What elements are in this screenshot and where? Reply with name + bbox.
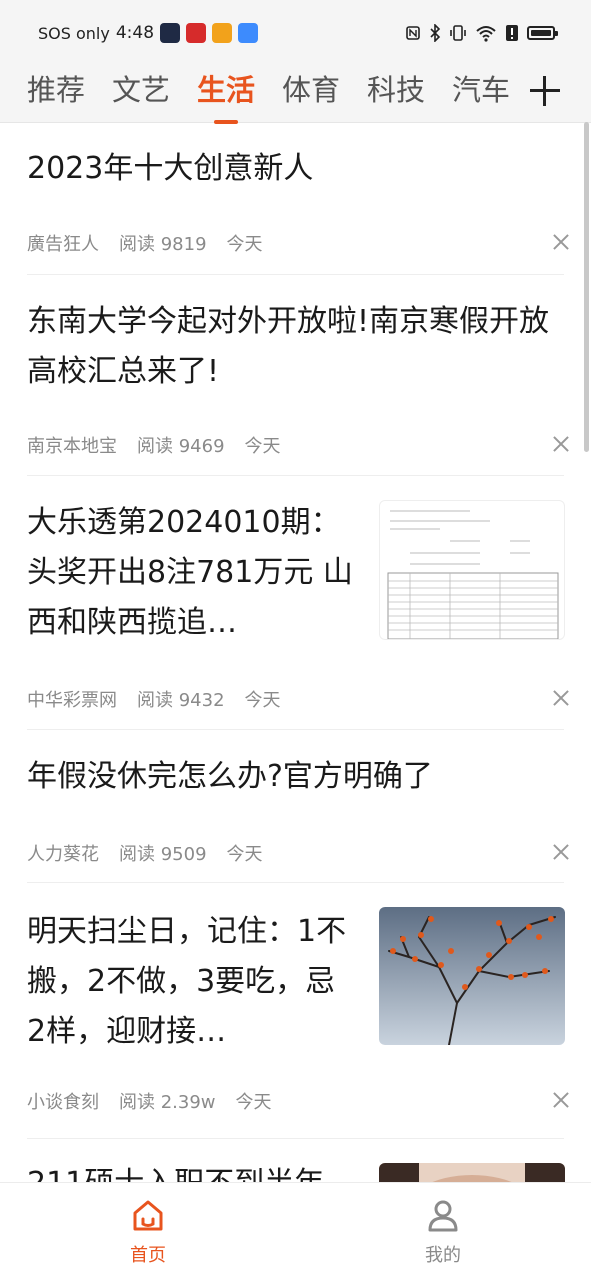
article-meta-row: 小谈食刻 阅读 2.39w 今天 (0, 1088, 591, 1128)
nav-home-label: 首页 (130, 1245, 166, 1266)
tab-arts[interactable]: 文艺 (112, 70, 170, 110)
dismiss-icon[interactable] (553, 234, 569, 250)
tab-recommend[interactable]: 推荐 (27, 70, 85, 110)
bluetooth-icon (430, 24, 441, 42)
nav-home[interactable]: 首页 (88, 1197, 208, 1266)
article-source: 小谈食刻 (27, 1092, 99, 1113)
vibrate-icon (450, 25, 466, 41)
portrait-image (379, 1163, 565, 1182)
nfc-icon (406, 26, 420, 40)
clock: 4:48 (115, 23, 155, 43)
battery-icon (527, 26, 558, 40)
article-title[interactable]: 年假没休完怎么办?官方明确了 (27, 752, 564, 802)
article-time: 今天 (226, 844, 263, 865)
dismiss-icon[interactable] (553, 690, 569, 706)
user-icon (428, 1200, 458, 1232)
article-source: 人力葵花 (27, 844, 99, 865)
list-item[interactable]: 2023年十大创意新人 廣告狂人 阅读 9819 今天 (0, 122, 591, 274)
list-item[interactable]: 211硕士入职不到半年 (0, 1139, 591, 1182)
status-left: SOS only 4:48 (38, 20, 259, 46)
category-tabs: 推荐 文艺 生活 体育 科技 汽车 (0, 62, 591, 124)
article-reads: 阅读 9469 (137, 436, 225, 457)
notification-app-icon (160, 23, 181, 43)
lottery-table-image (387, 510, 559, 639)
list-item[interactable]: 东南大学今起对外开放啦!南京寒假开放高校汇总来了! 南京本地宝 阅读 9469 … (0, 275, 591, 475)
persimmon-tree-image (379, 907, 565, 1045)
alert-icon (506, 25, 518, 41)
tab-auto[interactable]: 汽车 (452, 70, 510, 110)
article-title[interactable]: 2023年十大创意新人 (27, 144, 564, 194)
tab-tech[interactable]: 科技 (367, 70, 425, 110)
article-title[interactable]: 明天扫尘日，记住：1不搬，2不做，3要吃，忌2样，迎财接… (27, 907, 347, 1057)
dismiss-icon[interactable] (553, 436, 569, 452)
article-source: 南京本地宝 (27, 436, 117, 457)
article-meta: 南京本地宝 阅读 9469 今天 (27, 432, 281, 458)
article-title[interactable]: 东南大学今起对外开放啦!南京寒假开放高校汇总来了! (27, 297, 564, 397)
article-reads: 阅读 9509 (119, 844, 207, 865)
article-source: 廣告狂人 (27, 234, 99, 255)
nav-profile-label: 我的 (425, 1245, 461, 1266)
list-item[interactable]: 年假没休完怎么办?官方明确了 人力葵花 阅读 9509 今天 (0, 730, 591, 882)
article-time: 今天 (235, 1092, 272, 1113)
article-time: 今天 (244, 436, 281, 457)
home-icon (133, 1200, 163, 1231)
list-item[interactable]: 大乐透第2024010期：头奖开出8注781万元 山西和陕西揽追… 中华彩票网 … (0, 476, 591, 729)
dismiss-icon[interactable] (553, 844, 569, 860)
nav-profile[interactable]: 我的 (383, 1197, 503, 1266)
article-title[interactable]: 211硕士入职不到半年 (27, 1159, 357, 1182)
article-reads: 阅读 9432 (137, 690, 225, 711)
article-time: 今天 (226, 234, 263, 255)
article-source: 中华彩票网 (27, 690, 117, 711)
article-meta: 人力葵花 阅读 9509 今天 (27, 840, 263, 866)
article-title[interactable]: 大乐透第2024010期：头奖开出8注781万元 山西和陕西揽追… (27, 498, 357, 648)
lottery-table-thumbnail[interactable] (379, 500, 565, 640)
notification-app-icon (212, 23, 233, 43)
dismiss-icon[interactable] (553, 1092, 569, 1108)
article-reads: 阅读 9819 (119, 234, 207, 255)
wifi-icon (476, 26, 496, 42)
article-time: 今天 (244, 690, 281, 711)
article-meta: 廣告狂人 阅读 9819 今天 (27, 230, 263, 256)
tab-life[interactable]: 生活 (197, 70, 256, 124)
article-meta: 中华彩票网 阅读 9432 今天 (27, 686, 281, 712)
status-right (405, 20, 558, 46)
persimmon-tree-thumbnail[interactable] (379, 907, 565, 1045)
article-thumbnail[interactable] (379, 1163, 565, 1182)
bottom-navigation: 首页 我的 (0, 1182, 591, 1281)
add-channel-icon[interactable] (528, 74, 562, 108)
notification-app-icon (238, 23, 259, 43)
scrollbar[interactable] (584, 122, 589, 452)
notification-app-icon (186, 23, 207, 43)
article-reads: 阅读 2.39w (119, 1092, 216, 1113)
news-feed: 2023年十大创意新人 廣告狂人 阅读 9819 今天 东南大学今起对外开放啦!… (0, 122, 591, 1182)
tab-sports[interactable]: 体育 (282, 70, 340, 110)
tab-life-label: 生活 (197, 73, 256, 107)
carrier-label: SOS only (38, 23, 110, 43)
article-meta: 小谈食刻 阅读 2.39w 今天 (27, 1088, 272, 1114)
status-bar: SOS only 4:48 (0, 0, 591, 62)
